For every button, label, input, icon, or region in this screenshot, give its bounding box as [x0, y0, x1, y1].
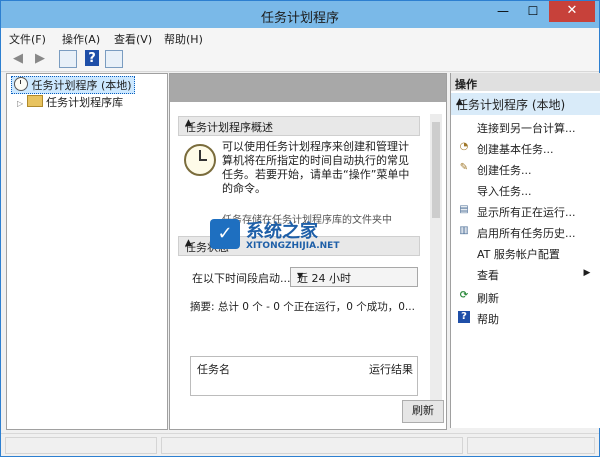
collapse-icon[interactable]: ▲	[456, 97, 595, 107]
watermark-logo-icon: ✓	[210, 219, 240, 249]
submenu-arrow-icon: ▶	[583, 268, 591, 278]
status-cell-1	[5, 437, 157, 454]
task-scheduler-window: 任务计划程序 — ☐ ✕ 文件(F) 操作(A) 查看(V) 帮助(H) ◀ ▶…	[0, 0, 600, 457]
menu-file[interactable]: 文件(F)	[9, 31, 46, 47]
tree-item-root[interactable]: 任务计划程序 (本地)	[11, 76, 135, 94]
task-status-table[interactable]: 任务名 运行结果	[190, 356, 418, 396]
column-header-run-result[interactable]: 运行结果	[369, 361, 413, 377]
toolbar: ◀ ▶ ?	[1, 47, 599, 72]
menu-view[interactable]: 查看(V)	[114, 31, 152, 47]
period-label: 在以下时间段启动...	[192, 272, 291, 285]
help-icon: ?	[458, 311, 470, 323]
folder-icon	[26, 95, 43, 107]
action-import-task[interactable]: 导入任务...	[477, 183, 532, 199]
create-basic-task-icon: ◔	[459, 141, 469, 152]
show-hide-console-tree-icon[interactable]	[59, 50, 77, 68]
action-enable-task-history[interactable]: 启用所有任务历史...	[477, 225, 576, 241]
actions-pane-title: 操作	[451, 73, 600, 91]
refresh-button[interactable]: 刷新	[402, 400, 444, 423]
overview-description: 可以使用任务计划程序来创建和管理计算机将在所指定的时间自动执行的常见任务。若要开…	[222, 140, 410, 195]
action-connect-computer[interactable]: 连接到另一台计算...	[477, 120, 576, 136]
menu-bar: 文件(F) 操作(A) 查看(V) 帮助(H)	[1, 28, 599, 47]
menu-help[interactable]: 帮助(H)	[164, 31, 203, 47]
status-cell-2	[161, 437, 463, 454]
refresh-icon: ⟳	[459, 290, 469, 301]
running-tasks-icon: ▤	[459, 204, 469, 215]
tree-root-label: 任务计划程序 (本地)	[31, 79, 132, 92]
expand-icon[interactable]: ▷	[17, 99, 23, 108]
title-bar[interactable]: 任务计划程序 — ☐ ✕	[1, 1, 599, 28]
action-create-basic-task[interactable]: 创建基本任务...	[477, 141, 554, 157]
back-arrow-icon[interactable]: ◀	[9, 50, 27, 68]
column-header-task-name[interactable]: 任务名	[197, 361, 230, 377]
period-dropdown[interactable]: 近 24 小时 ▼	[290, 267, 418, 287]
tree-library-label: 任务计划程序库	[46, 96, 124, 109]
overview-body: 可以使用任务计划程序来创建和管理计算机将在所指定的时间自动执行的常见任务。若要开…	[178, 136, 418, 228]
vertical-scrollbar[interactable]	[430, 114, 442, 420]
status-cell-3	[467, 437, 595, 454]
summary-header-bar	[170, 74, 446, 102]
action-refresh[interactable]: 刷新	[477, 290, 499, 306]
collapse-icon[interactable]: ▲	[185, 118, 413, 128]
watermark-text: 系统之家	[246, 221, 318, 242]
status-bar	[1, 433, 599, 456]
console-tree: 任务计划程序 (本地) ▷ 任务计划程序库	[6, 73, 168, 430]
close-button[interactable]: ✕	[549, 1, 595, 22]
maximize-button[interactable]: ☐	[519, 1, 547, 22]
actions-group-header[interactable]: 任务计划程序 (本地) ▲	[451, 93, 600, 115]
create-task-icon: ✎	[459, 162, 469, 173]
task-clock-icon	[184, 144, 216, 176]
summary-pane: 任务计划程序概述 ▲ 可以使用任务计划程序来创建和管理计算机将在所指定的时间自动…	[169, 73, 447, 430]
task-history-icon: ▥	[459, 225, 469, 236]
watermark-url: XITONGZHIJIA.NET	[246, 241, 340, 251]
status-summary: 摘要: 总计 0 个 - 0 个正在运行，0 个成功，0...	[190, 301, 415, 313]
tree-item-library[interactable]: ▷ 任务计划程序库	[17, 94, 123, 110]
forward-arrow-icon[interactable]: ▶	[31, 50, 49, 68]
action-help[interactable]: 帮助	[477, 311, 499, 327]
action-display-running-tasks[interactable]: 显示所有正在运行...	[477, 204, 576, 220]
minimize-button[interactable]: —	[489, 1, 517, 22]
chevron-down-icon: ▼	[297, 271, 304, 280]
watermark: ✓ 系统之家 XITONGZHIJIA.NET	[210, 217, 390, 257]
actions-title-label: 操作	[455, 78, 477, 91]
action-create-task[interactable]: 创建任务...	[477, 162, 532, 178]
clock-icon	[14, 77, 28, 91]
actions-pane: 操作 任务计划程序 (本地) ▲ 连接到另一台计算... ◔ 创建基本任务...…	[450, 73, 600, 428]
scrollbar-thumb[interactable]	[432, 122, 440, 218]
action-view[interactable]: 查看	[477, 267, 499, 283]
help-icon[interactable]: ?	[85, 50, 99, 66]
show-hide-action-pane-icon[interactable]	[105, 50, 123, 68]
overview-section-header[interactable]: 任务计划程序概述 ▲	[178, 116, 420, 136]
menu-action[interactable]: 操作(A)	[62, 31, 100, 47]
action-at-service-account[interactable]: AT 服务帐户配置	[477, 246, 560, 262]
